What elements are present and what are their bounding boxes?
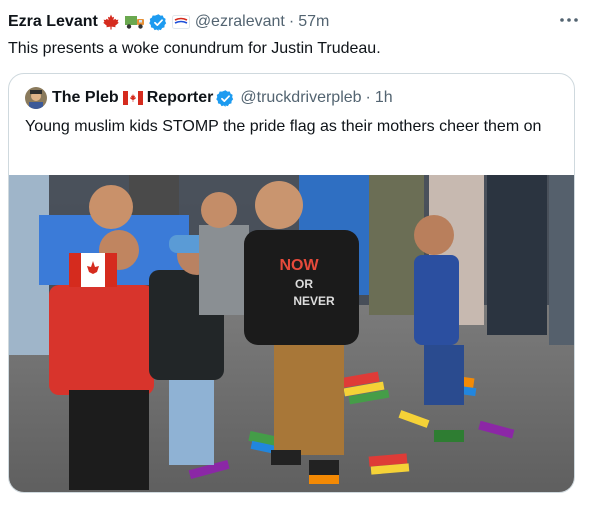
quoted-tweet-text: Young muslim kids STOMP the pride flag a… xyxy=(25,118,542,135)
shirt-text-line-2: OR xyxy=(295,277,313,291)
verified-badge-icon xyxy=(149,13,168,32)
verified-badge-icon xyxy=(216,89,235,108)
canada-flag-icon xyxy=(122,91,143,105)
truck-icon xyxy=(124,14,146,30)
tweet-header: Ezra Levant @ezralevant · 57m xyxy=(8,10,329,34)
separator-dot: · xyxy=(288,13,295,30)
timestamp[interactable]: 57m xyxy=(298,13,329,31)
quoted-tweet-header: The Pleb Reporter @truckdriverpleb · 1h xyxy=(25,86,393,110)
tweet[interactable]: Ezra Levant @ezralevant · 57m This prese… xyxy=(0,0,595,505)
tweet-text: This presents a woke conundrum for Justi… xyxy=(8,40,381,57)
avatar[interactable] xyxy=(25,87,47,109)
more-options-icon[interactable] xyxy=(555,8,583,32)
author-name[interactable]: Ezra Levant xyxy=(8,13,98,31)
shirt-text-line-3: NEVER xyxy=(293,294,335,308)
quoted-author-name-part2[interactable]: Reporter xyxy=(147,89,214,107)
quoted-timestamp[interactable]: 1h xyxy=(375,89,393,107)
author-handle[interactable]: @ezralevant xyxy=(195,13,285,31)
canada-flag-icon xyxy=(102,13,120,31)
affiliate-badge-icon[interactable] xyxy=(171,15,190,29)
quoted-author-name-part1[interactable]: The Pleb xyxy=(52,89,119,107)
media-photo[interactable]: NOW OR NEVER xyxy=(9,175,574,492)
separator-dot: · xyxy=(365,89,371,106)
quoted-tweet[interactable]: The Pleb Reporter @truckdriverpleb · 1h xyxy=(8,73,575,493)
quoted-author-handle[interactable]: @truckdriverpleb xyxy=(240,89,361,107)
shirt-text-line-1: NOW xyxy=(279,257,319,274)
